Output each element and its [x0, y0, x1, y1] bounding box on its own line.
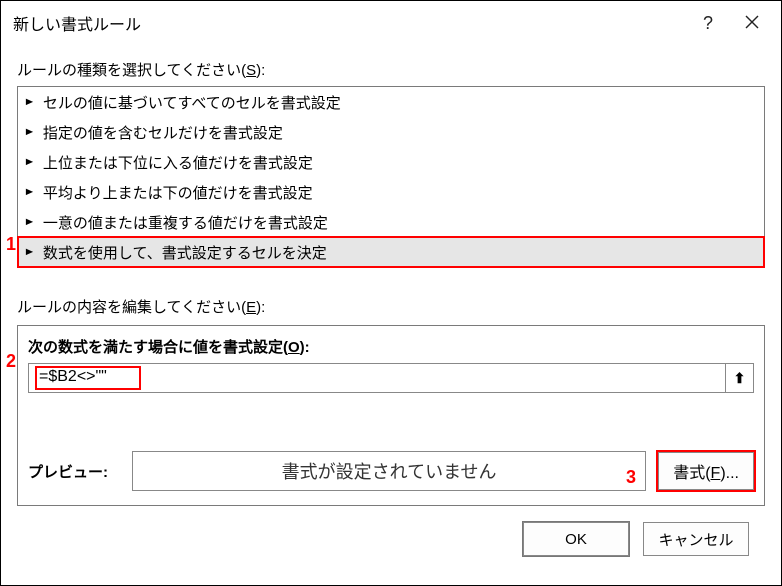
rule-type-item[interactable]: ►指定の値を含むセルだけを書式設定 — [18, 117, 764, 147]
collapse-icon: ⬆ — [734, 370, 746, 387]
arrow-icon: ► — [23, 126, 35, 138]
rule-type-item-selected[interactable]: ►数式を使用して、書式設定するセルを決定 — [18, 237, 764, 267]
formula-input-wrap[interactable] — [28, 363, 726, 393]
formula-label: 次の数式を満たす場合に値を書式設定(O): — [28, 336, 754, 357]
rule-type-item[interactable]: ►平均より上または下の値だけを書式設定 — [18, 177, 764, 207]
dialog-buttons: OK キャンセル — [17, 506, 765, 556]
arrow-icon: ► — [23, 96, 35, 108]
preview-row: プレビュー: 書式が設定されていません 書式(F)... — [28, 451, 754, 491]
rule-type-item[interactable]: ►一意の値または重複する値だけを書式設定 — [18, 207, 764, 237]
close-button[interactable] — [731, 6, 773, 40]
ok-button[interactable]: OK — [523, 522, 629, 556]
rule-type-list[interactable]: ►セルの値に基づいてすべてのセルを書式設定 ►指定の値を含むセルだけを書式設定 … — [17, 86, 765, 268]
cancel-button[interactable]: キャンセル — [643, 522, 749, 556]
arrow-icon: ► — [23, 216, 35, 228]
preview-box: 書式が設定されていません — [132, 451, 646, 491]
formula-row: ⬆ — [28, 363, 754, 393]
help-icon: ? — [703, 13, 713, 34]
annotation-marker-3: 3 — [626, 467, 636, 488]
reference-picker-button[interactable]: ⬆ — [726, 363, 754, 393]
arrow-icon: ► — [23, 186, 35, 198]
preview-label: プレビュー: — [28, 461, 132, 482]
formula-input[interactable] — [39, 368, 135, 386]
close-icon — [745, 13, 759, 34]
dialog-content: ルールの種類を選択してください(S): ►セルの値に基づいてすべてのセルを書式設… — [1, 45, 781, 572]
rule-edit-label: ルールの内容を編集してください(E): — [17, 296, 765, 317]
annotation-marker-2: 2 — [6, 351, 16, 372]
format-button[interactable]: 書式(F)... — [658, 452, 754, 490]
rule-type-item[interactable]: ►上位または下位に入る値だけを書式設定 — [18, 147, 764, 177]
formula-value-highlight — [35, 366, 141, 390]
annotation-marker-1: 1 — [6, 234, 16, 255]
rule-type-item[interactable]: ►セルの値に基づいてすべてのセルを書式設定 — [18, 87, 764, 117]
window-title: 新しい書式ルール — [13, 11, 141, 35]
titlebar: 新しい書式ルール ? — [1, 1, 781, 45]
rule-type-label: ルールの種類を選択してください(S): — [17, 59, 765, 80]
formula-section: 次の数式を満たす場合に値を書式設定(O): ⬆ プレビュー: 書式が設定されてい… — [17, 325, 765, 506]
arrow-icon: ► — [23, 156, 35, 168]
help-button[interactable]: ? — [687, 6, 729, 40]
arrow-icon: ► — [23, 246, 35, 258]
titlebar-controls: ? — [687, 6, 773, 40]
